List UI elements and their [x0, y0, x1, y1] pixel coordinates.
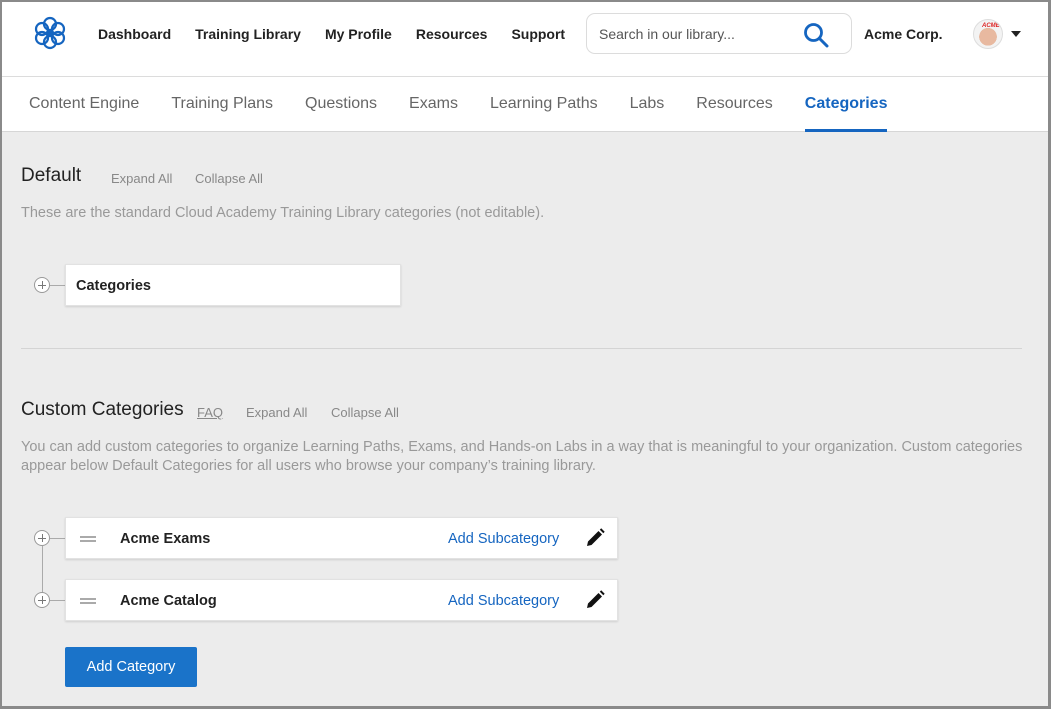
- app-window: Dashboard Training Library My Profile Re…: [0, 0, 1051, 709]
- avatar[interactable]: ACME: [973, 19, 1003, 49]
- tab-learning-paths[interactable]: Learning Paths: [490, 77, 598, 132]
- main-nav: Dashboard Training Library My Profile Re…: [98, 26, 589, 42]
- add-subcategory-link[interactable]: Add Subcategory: [448, 593, 559, 609]
- tab-training-plans[interactable]: Training Plans: [171, 77, 273, 132]
- category-label: Acme Exams: [120, 531, 211, 547]
- category-label: Acme Catalog: [120, 593, 217, 609]
- organization-name[interactable]: Acme Corp.: [864, 26, 943, 42]
- tab-content-engine[interactable]: Content Engine: [29, 77, 139, 132]
- tab-questions[interactable]: Questions: [305, 77, 377, 132]
- tab-list: Content Engine Training Plans Questions …: [29, 77, 919, 132]
- expand-acme-exams-icon[interactable]: [34, 530, 50, 546]
- add-subcategory-link[interactable]: Add Subcategory: [448, 531, 559, 547]
- custom-section-description: You can add custom categories to organiz…: [21, 439, 1023, 474]
- default-category-card[interactable]: Categories: [65, 264, 401, 306]
- category-label: Categories: [76, 278, 151, 294]
- search-input[interactable]: [599, 24, 799, 44]
- default-collapse-all-link[interactable]: Collapse All: [195, 171, 263, 186]
- tree-connector: [50, 600, 65, 601]
- search-icon[interactable]: [803, 22, 829, 48]
- tree-connector: [50, 538, 65, 539]
- flower-logo-icon[interactable]: [33, 16, 67, 50]
- nav-support[interactable]: Support: [511, 26, 565, 42]
- custom-category-card: Acme Catalog Add Subcategory: [65, 579, 618, 621]
- caret-down-icon[interactable]: [1011, 31, 1021, 37]
- custom-expand-all-link[interactable]: Expand All: [246, 405, 307, 420]
- custom-section-title: Custom Categories: [21, 399, 184, 420]
- tab-categories[interactable]: Categories: [804, 77, 888, 132]
- drag-handle-icon[interactable]: [80, 598, 96, 604]
- custom-category-card: Acme Exams Add Subcategory: [65, 517, 618, 559]
- default-section-title: Default: [21, 165, 82, 186]
- nav-training-library[interactable]: Training Library: [195, 26, 301, 42]
- faq-link[interactable]: FAQ: [197, 405, 223, 420]
- avatar-brand-text: ACME: [982, 23, 1000, 29]
- drag-handle-icon[interactable]: [80, 536, 96, 542]
- nav-resources[interactable]: Resources: [416, 26, 488, 42]
- nav-my-profile[interactable]: My Profile: [325, 26, 392, 42]
- tab-exams[interactable]: Exams: [409, 77, 458, 132]
- pencil-icon[interactable]: [585, 590, 605, 610]
- expand-acme-catalog-icon[interactable]: [34, 592, 50, 608]
- pencil-icon[interactable]: [585, 528, 605, 548]
- sub-navbar: Content Engine Training Plans Questions …: [2, 77, 1048, 132]
- search-box: [586, 13, 852, 54]
- default-expand-all-link[interactable]: Expand All: [111, 171, 172, 186]
- expand-categories-icon[interactable]: [34, 277, 50, 293]
- tab-labs[interactable]: Labs: [630, 77, 665, 132]
- custom-collapse-all-link[interactable]: Collapse All: [331, 405, 399, 420]
- default-section-description: These are the standard Cloud Academy Tra…: [21, 205, 545, 221]
- section-divider: [21, 348, 1022, 349]
- add-category-button[interactable]: Add Category: [65, 647, 197, 687]
- top-navbar: Dashboard Training Library My Profile Re…: [2, 2, 1048, 77]
- tree-connector: [50, 285, 65, 286]
- tab-resources[interactable]: Resources: [696, 77, 772, 132]
- nav-dashboard[interactable]: Dashboard: [98, 26, 171, 42]
